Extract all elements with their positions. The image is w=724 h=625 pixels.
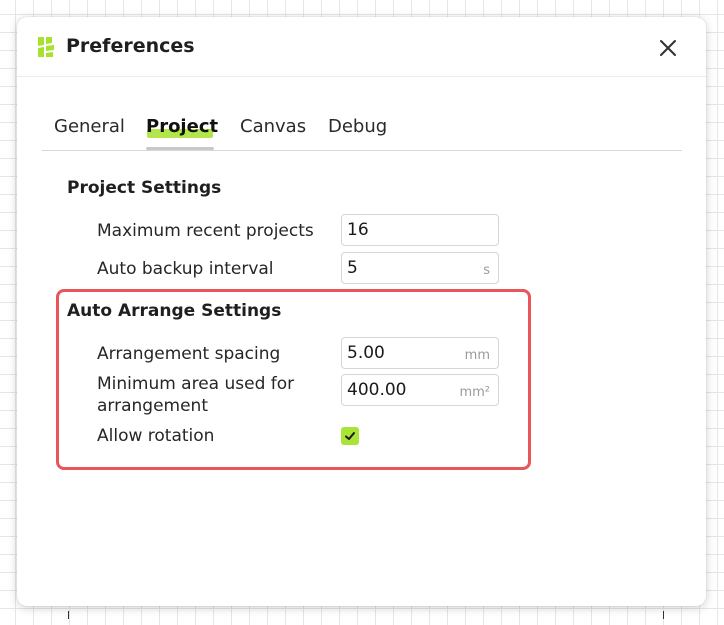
minimum-area-unit: mm² <box>459 385 490 400</box>
auto-arrange-heading: Auto Arrange Settings <box>67 301 282 321</box>
max-recent-projects-value: 16 <box>347 220 369 240</box>
minimum-area-label: Minimum area used for arrangement <box>97 374 295 416</box>
tab-canvas[interactable]: Canvas <box>240 116 306 138</box>
tab-general[interactable]: General <box>54 116 125 138</box>
checkmark-icon <box>345 432 355 440</box>
close-icon <box>660 40 676 56</box>
project-settings-heading: Project Settings <box>67 178 222 198</box>
auto-backup-interval-value: 5 <box>347 258 358 278</box>
app-logo-icon <box>38 37 54 57</box>
arrangement-spacing-label: Arrangement spacing <box>97 344 281 364</box>
arrangement-spacing-input[interactable]: 5.00 mm <box>341 337 499 369</box>
allow-rotation-label: Allow rotation <box>97 426 215 446</box>
preferences-dialog: Preferences General Project Canvas Debug… <box>17 17 706 606</box>
ruler-tick <box>663 611 664 619</box>
minimum-area-value: 400.00 <box>347 380 407 400</box>
tab-bar: General Project Canvas Debug <box>42 112 682 151</box>
auto-backup-unit: s <box>483 263 490 278</box>
tab-debug[interactable]: Debug <box>328 116 387 138</box>
dialog-title: Preferences <box>66 35 195 57</box>
arrangement-spacing-value: 5.00 <box>347 343 385 363</box>
auto-backup-interval-label: Auto backup interval <box>97 259 274 279</box>
max-recent-projects-input[interactable]: 16 <box>341 214 499 246</box>
allow-rotation-checkbox[interactable] <box>341 427 359 445</box>
dialog-header: Preferences <box>17 17 706 77</box>
max-recent-projects-label: Maximum recent projects <box>97 221 314 241</box>
tab-project[interactable]: Project <box>146 116 218 138</box>
arrangement-spacing-unit: mm <box>464 348 490 363</box>
ruler-tick <box>68 611 69 619</box>
active-tab-underline <box>146 147 214 150</box>
close-button[interactable] <box>654 34 682 62</box>
auto-backup-interval-input[interactable]: 5 s <box>341 252 499 284</box>
minimum-area-input[interactable]: 400.00 mm² <box>341 374 499 406</box>
